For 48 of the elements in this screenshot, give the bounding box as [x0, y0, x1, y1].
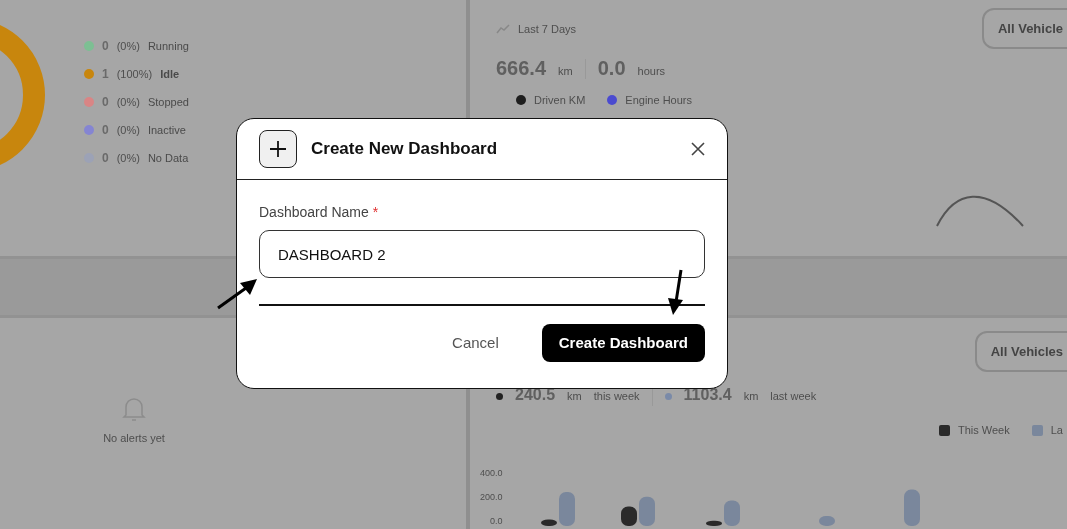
status-count: 0 [102, 123, 109, 137]
stat-period: this week [593, 390, 640, 402]
vehicle-filter[interactable]: All Vehicle [981, 8, 1067, 49]
stat-value: 1103.4 [683, 386, 732, 404]
status-count: 0 [102, 95, 109, 109]
status-count: 1 [102, 67, 109, 81]
status-label: Inactive [147, 124, 186, 136]
status-label: Stopped [147, 96, 189, 108]
cancel-button[interactable]: Cancel [435, 323, 516, 362]
vehicle-filter[interactable]: All Vehicles [974, 331, 1067, 372]
legend-label: Engine Hours [625, 94, 692, 106]
stat-period: last week [770, 390, 817, 402]
status-percent: (0%) [116, 124, 140, 136]
status-count: 0 [102, 39, 109, 53]
status-count: 0 [102, 151, 109, 165]
stat-unit: km [743, 390, 759, 402]
status-label: Idle [160, 68, 180, 80]
plus-icon [259, 130, 297, 168]
annotation-arrow [216, 278, 258, 310]
field-label: Dashboard Name [259, 204, 369, 220]
trend-icon [496, 23, 510, 34]
close-button[interactable] [691, 142, 705, 156]
bar [818, 516, 835, 526]
legend-label: This Week [958, 424, 1010, 436]
dialog-title: Create New Dashboard [311, 139, 499, 159]
legend-label: Driven KM [534, 94, 586, 106]
create-button[interactable]: Create Dashboard [541, 323, 705, 362]
required-mark: * [372, 204, 379, 220]
axis-tick-label: 200.0 [480, 492, 503, 502]
status-percent: (0%) [116, 40, 140, 52]
empty-state-text: No alerts yet [103, 432, 165, 444]
stat-unit: hours [637, 65, 666, 77]
status-label: Running [147, 40, 189, 52]
stat-unit: km [558, 65, 573, 77]
stat-value: 666.4 [496, 57, 547, 80]
stat-value: 0.0 [597, 57, 626, 80]
input-field[interactable]: DASHBOARD 2 [259, 230, 705, 278]
status-percent: (0%) [116, 96, 140, 108]
status-percent: (0%) [116, 152, 140, 164]
annotation-arrow [665, 268, 685, 316]
stat-unit: km [567, 390, 582, 402]
bar [903, 489, 920, 526]
legend-label: La [1050, 424, 1063, 436]
range-label: Last 7 Days [518, 22, 577, 35]
status-percent: (100%) [116, 68, 153, 80]
axis-tick-label: 0.0 [489, 516, 503, 526]
axis-tick-label: 400.0 [480, 468, 503, 478]
status-label: No Data [147, 152, 189, 164]
